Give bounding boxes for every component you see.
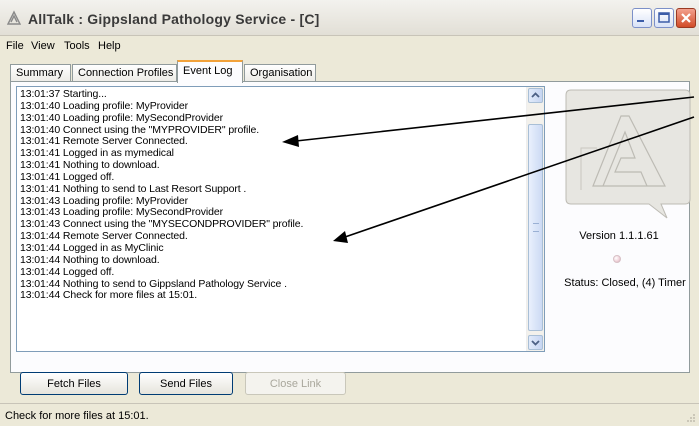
minimize-button[interactable]	[632, 8, 652, 28]
minimize-icon	[637, 20, 644, 22]
event-log-lines: 13:01:37 Starting... 13:01:40 Loading pr…	[20, 88, 525, 302]
tab-summary[interactable]: Summary	[10, 64, 71, 82]
title-bar: AllTalk : Gippsland Pathology Service - …	[0, 0, 699, 36]
vertical-scrollbar[interactable]	[526, 87, 544, 351]
scroll-grip	[533, 223, 539, 232]
menu-view[interactable]: View	[31, 40, 55, 52]
maximize-button[interactable]	[654, 8, 674, 28]
tab-organisation[interactable]: Organisation	[244, 64, 316, 82]
scroll-down-button[interactable]	[528, 335, 543, 350]
menu-bar: File View Tools Help	[0, 37, 699, 57]
log-line: 13:01:40 Loading profile: MySecondProvid…	[20, 111, 224, 124]
log-line: 13:01:41 Nothing to send to Last Resort …	[20, 182, 247, 195]
menu-file[interactable]: File	[6, 40, 24, 52]
close-link-button[interactable]: Close Link	[245, 372, 346, 395]
version-label: Version 1.1.1.61	[579, 230, 659, 242]
log-line: 13:01:44 Check for more files at 15:01.	[20, 289, 198, 302]
log-line: 13:01:44 Nothing to download.	[20, 253, 160, 266]
fetch-files-button[interactable]: Fetch Files	[20, 372, 128, 395]
maximize-icon	[658, 12, 670, 23]
status-label: Status: Closed, (4) Timer	[564, 277, 686, 289]
resize-grip-icon[interactable]	[686, 413, 696, 423]
tab-connection-profiles[interactable]: Connection Profiles	[72, 64, 177, 82]
menu-tools[interactable]: Tools	[64, 40, 90, 52]
connection-indicator	[613, 255, 621, 263]
log-line: 13:01:40 Loading profile: MyProvider	[20, 99, 189, 112]
event-log-panel: 13:01:37 Starting... 13:01:40 Loading pr…	[10, 81, 691, 373]
scroll-thumb[interactable]	[528, 124, 543, 331]
event-log-textbox[interactable]: 13:01:37 Starting... 13:01:40 Loading pr…	[16, 86, 545, 352]
status-bar: Check for more files at 15:01.	[0, 403, 699, 426]
log-line: 13:01:44 Logged off.	[20, 265, 115, 278]
status-bar-text: Check for more files at 15:01.	[5, 410, 149, 422]
scroll-up-button[interactable]	[528, 88, 543, 103]
alltalk-logo	[565, 89, 691, 219]
window-title: AllTalk : Gippsland Pathology Service - …	[28, 11, 320, 27]
send-files-button[interactable]: Send Files	[139, 372, 233, 395]
chevron-down-icon	[531, 340, 540, 346]
tab-event-log[interactable]: Event Log	[177, 60, 243, 83]
side-panel: Version 1.1.1.61 Status: Closed, (4) Tim…	[549, 82, 691, 372]
menu-help[interactable]: Help	[98, 40, 121, 52]
close-button[interactable]	[676, 8, 696, 28]
chevron-up-icon	[531, 92, 540, 98]
close-icon	[681, 13, 691, 23]
app-icon[interactable]	[6, 10, 22, 26]
log-line: 13:01:41 Logged off.	[20, 170, 115, 183]
